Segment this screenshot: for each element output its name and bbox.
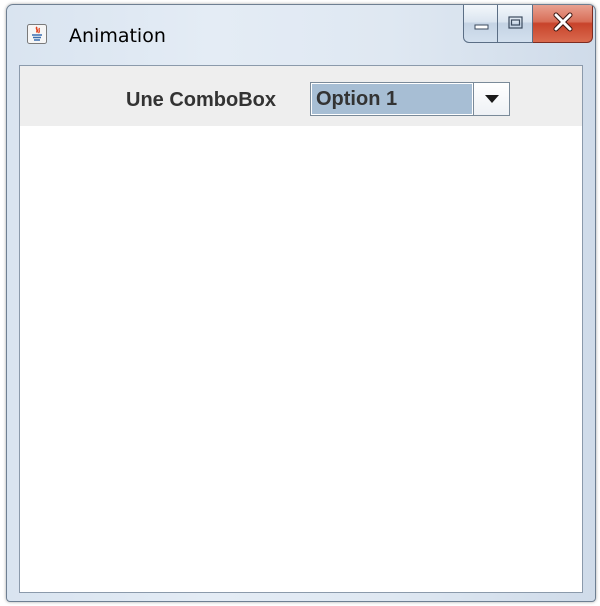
combobox-selected-area[interactable]: Option 1: [312, 84, 472, 114]
content-pane: Une ComboBox Option 1: [19, 65, 583, 593]
title-bar[interactable]: Animation: [7, 5, 595, 61]
close-icon: [553, 12, 573, 32]
chevron-down-icon: [485, 95, 499, 103]
maximize-button[interactable]: [498, 5, 533, 43]
maximize-icon: [508, 16, 523, 29]
minimize-icon: [474, 24, 489, 30]
minimize-button[interactable]: [463, 5, 498, 43]
window-title: Animation: [69, 25, 166, 47]
animation-canvas[interactable]: [20, 126, 582, 592]
combobox-label: Une ComboBox: [126, 89, 276, 111]
caption-buttons: [463, 5, 593, 45]
java-app-icon[interactable]: [27, 24, 47, 44]
close-button[interactable]: [533, 5, 593, 43]
top-panel: Une ComboBox Option 1: [20, 66, 582, 126]
app-window: Animation Une ComboBox Option 1: [6, 4, 596, 602]
combobox-selected-value: Option 1: [316, 88, 398, 110]
combobox-dropdown-button[interactable]: [473, 83, 509, 115]
option-combobox[interactable]: Option 1: [310, 82, 510, 116]
